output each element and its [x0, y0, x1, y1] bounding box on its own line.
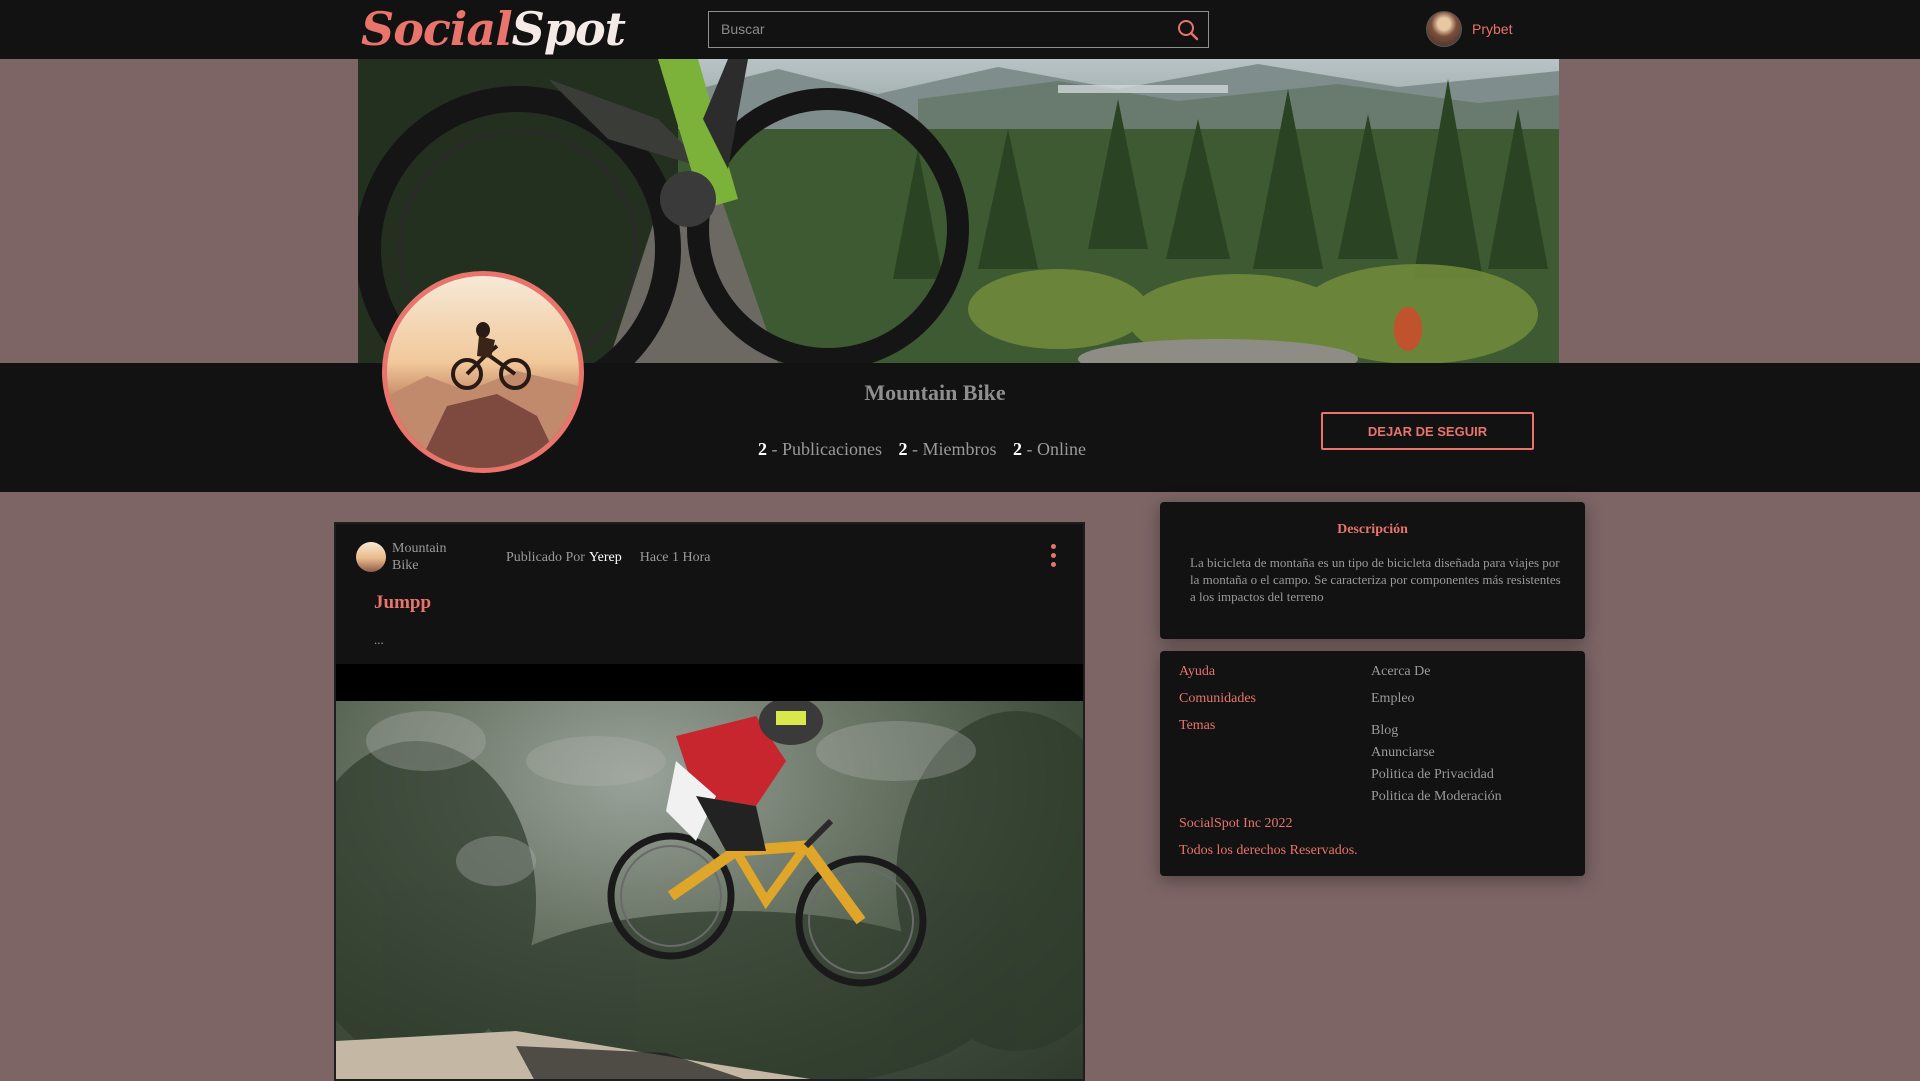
post-header: Mountain Bike Publicado Por Yerep Hace 1 H…	[336, 524, 1083, 664]
stat-count: 2	[1012, 439, 1022, 459]
post-image-illustration	[336, 701, 1083, 1079]
community-avatar-illustration	[387, 322, 579, 468]
unfollow-button[interactable]: DEJAR DE SEGUIR	[1321, 412, 1534, 450]
link-privacidad[interactable]: Politica de Privacidad	[1371, 767, 1494, 783]
link-moderacion[interactable]: Politica de Moderación	[1371, 789, 1502, 805]
link-temas[interactable]: Temas	[1179, 718, 1215, 734]
description-text: La bicicleta de montaña es un tipo de bi…	[1190, 555, 1561, 604]
post-author[interactable]: Yerep	[589, 550, 622, 565]
link-comunidades[interactable]: Comunidades	[1179, 691, 1256, 707]
link-anunciarse[interactable]: Anunciarse	[1371, 745, 1435, 761]
search-icon[interactable]	[1176, 18, 1200, 42]
user-menu[interactable]: Prybet	[1426, 10, 1512, 48]
community-stats: 2 - Publicaciones 2 - Miembros 2 - Onlin…	[758, 439, 1098, 460]
stat-miembros: 2 - Miembros	[898, 439, 997, 459]
stat-online: 2 - Online	[1012, 439, 1086, 459]
more-options-icon[interactable]	[1048, 544, 1058, 570]
community-name: Mountain Bike	[864, 380, 1006, 405]
link-empleo[interactable]: Empleo	[1371, 691, 1415, 707]
stat-publicaciones: 2 - Publicaciones	[758, 439, 882, 459]
logo-spot: Spot	[511, 2, 626, 56]
top-navbar: SocialSpot Buscar Prybet	[0, 0, 1920, 59]
post-meta: Publicado Por Yerep Hace 1 Hora	[506, 550, 711, 566]
description-card: Descripción La bicicleta de montaña es u…	[1160, 502, 1585, 639]
post-image[interactable]	[336, 701, 1083, 1079]
post-community-name[interactable]: Mountain Bike	[392, 540, 472, 574]
link-ayuda[interactable]: Ayuda	[1179, 664, 1215, 680]
post-community-avatar[interactable]	[356, 542, 386, 572]
link-acerca-de[interactable]: Acerca De	[1371, 664, 1430, 680]
stat-label: Miembros	[922, 439, 997, 459]
logo[interactable]: SocialSpot	[361, 2, 626, 56]
username[interactable]: Prybet	[1472, 21, 1512, 37]
stat-label: Online	[1036, 439, 1086, 459]
post-title[interactable]: Jumpp	[374, 592, 431, 614]
post-excerpt: ...	[374, 632, 384, 647]
community-avatar	[382, 271, 584, 473]
post-card[interactable]: Mountain Bike Publicado Por Yerep Hace 1 H…	[334, 522, 1085, 1081]
search-placeholder: Buscar	[721, 21, 765, 37]
published-by-label: Publicado Por	[506, 550, 585, 565]
search-input[interactable]: Buscar	[708, 11, 1209, 48]
copyright-text: SocialSpot Inc 2022	[1179, 816, 1293, 831]
stat-count: 2	[898, 439, 908, 459]
rights-text: Todos los derechos Reservados.	[1179, 843, 1358, 858]
stat-label: Publicaciones	[782, 439, 882, 459]
link-blog[interactable]: Blog	[1371, 723, 1398, 739]
user-avatar[interactable]	[1426, 11, 1462, 47]
post-time: Hace 1 Hora	[639, 550, 711, 565]
stat-count: 2	[758, 439, 767, 459]
description-title: Descripción	[1337, 522, 1408, 537]
post-media-bar	[336, 664, 1083, 701]
logo-social: Social	[361, 2, 513, 56]
footer-links-card: Ayuda Comunidades Temas Acerca De Empleo…	[1160, 651, 1585, 876]
